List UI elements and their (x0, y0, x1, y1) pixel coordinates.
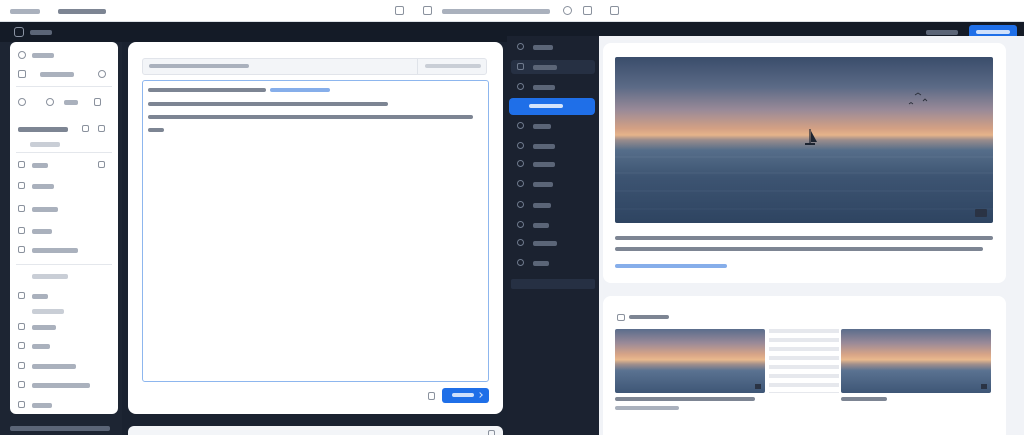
gallery-image-2[interactable] (841, 329, 991, 393)
gear-icon (18, 98, 26, 106)
stack-icon (517, 63, 524, 70)
sub-header-label (30, 30, 52, 35)
sidebar-item-11[interactable] (10, 398, 118, 412)
paperclip-icon[interactable] (428, 392, 435, 400)
copy-icon[interactable] (610, 6, 619, 15)
calendar-icon (18, 161, 25, 168)
tool-item-5[interactable] (507, 139, 599, 153)
section-header (10, 122, 118, 136)
tool-item-10[interactable] (507, 236, 599, 250)
info-icon (46, 98, 54, 106)
breadcrumb[interactable] (58, 9, 106, 14)
secondary-card (128, 426, 503, 435)
submit-button[interactable] (442, 388, 489, 403)
grid-icon (18, 342, 25, 349)
gallery-card (603, 296, 1006, 435)
tool-item-9[interactable] (507, 218, 599, 232)
tool-item-7[interactable] (507, 177, 599, 191)
tool-footer (511, 279, 595, 289)
settings-icon (517, 239, 524, 246)
circle-icon (517, 221, 524, 228)
action-link[interactable] (926, 30, 958, 35)
layers-icon (517, 43, 524, 50)
sidebar-item-home[interactable] (10, 48, 118, 62)
sidebar-item-profile[interactable] (10, 67, 118, 81)
tool-item-1[interactable] (507, 40, 599, 54)
gallery-image-1[interactable] (615, 329, 765, 393)
preview-card (603, 43, 1006, 283)
magic-icon (517, 83, 524, 90)
sliders-icon[interactable] (423, 6, 432, 15)
expand-icon (981, 384, 987, 389)
app-logo-icon (14, 27, 24, 37)
sailboat-icon (615, 92, 993, 210)
eye-icon[interactable] (583, 6, 592, 15)
users-icon (18, 227, 25, 234)
gallery-title (629, 315, 669, 319)
expand-icon (755, 384, 761, 389)
settings-icon[interactable] (563, 6, 572, 15)
folder-icon (18, 182, 25, 189)
plus-icon (517, 259, 524, 266)
send-icon (477, 392, 483, 398)
chart-icon (82, 125, 89, 132)
image-icon (517, 122, 524, 129)
sidebar-item-10[interactable] (10, 378, 118, 392)
info-icon (18, 401, 25, 408)
text-editor[interactable] (142, 80, 489, 382)
sidebar-item-2[interactable] (10, 179, 118, 193)
quick-actions[interactable] (10, 95, 118, 109)
tool-item-active[interactable] (509, 98, 595, 115)
editor-card (128, 42, 503, 414)
tag-icon (98, 161, 105, 168)
left-panel (10, 42, 118, 414)
sidebar-item-8[interactable] (10, 339, 118, 353)
caption-link[interactable] (615, 264, 727, 268)
tag-icon (18, 381, 25, 388)
user-icon (18, 70, 26, 78)
sidebar-item-7[interactable] (10, 320, 118, 334)
settings-icon (18, 246, 25, 253)
top-toolbar (0, 0, 1024, 22)
box-icon (18, 205, 25, 212)
tool-item-2[interactable] (511, 60, 595, 74)
sidebar-item-6[interactable] (10, 289, 118, 303)
footer-label (10, 426, 110, 431)
tool-nav (507, 36, 599, 435)
doc-icon (98, 125, 105, 132)
sidebar-item-9[interactable] (10, 359, 118, 373)
sidebar-item-5[interactable] (10, 243, 118, 257)
close-icon[interactable] (488, 430, 495, 435)
tool-item-11[interactable] (507, 256, 599, 270)
filter-icon[interactable] (395, 6, 404, 15)
tool-item-3[interactable] (507, 80, 599, 94)
crop-icon (517, 180, 524, 187)
grid-icon (94, 98, 101, 106)
gallery-grid (769, 329, 839, 393)
preview-image[interactable] (615, 57, 993, 223)
chart-icon (18, 323, 25, 330)
type-icon (517, 201, 524, 208)
app-name (10, 9, 40, 14)
calendar-icon (18, 362, 25, 369)
title-field[interactable] (142, 58, 487, 75)
image-icon (617, 314, 625, 321)
toolbar-center-label (442, 9, 550, 14)
home-icon (18, 51, 26, 59)
adjust-icon (517, 160, 524, 167)
refresh-icon (98, 70, 106, 78)
pencil-icon (517, 142, 524, 149)
inline-link[interactable] (270, 88, 330, 92)
tool-item-6[interactable] (507, 157, 599, 171)
sidebar-item-3[interactable] (10, 202, 118, 216)
tool-item-4[interactable] (507, 119, 599, 133)
tool-item-8[interactable] (507, 198, 599, 212)
sidebar-item-1[interactable] (10, 158, 118, 172)
doc-icon (18, 292, 25, 299)
sidebar-item-4[interactable] (10, 224, 118, 238)
hd-badge-icon (975, 209, 987, 217)
